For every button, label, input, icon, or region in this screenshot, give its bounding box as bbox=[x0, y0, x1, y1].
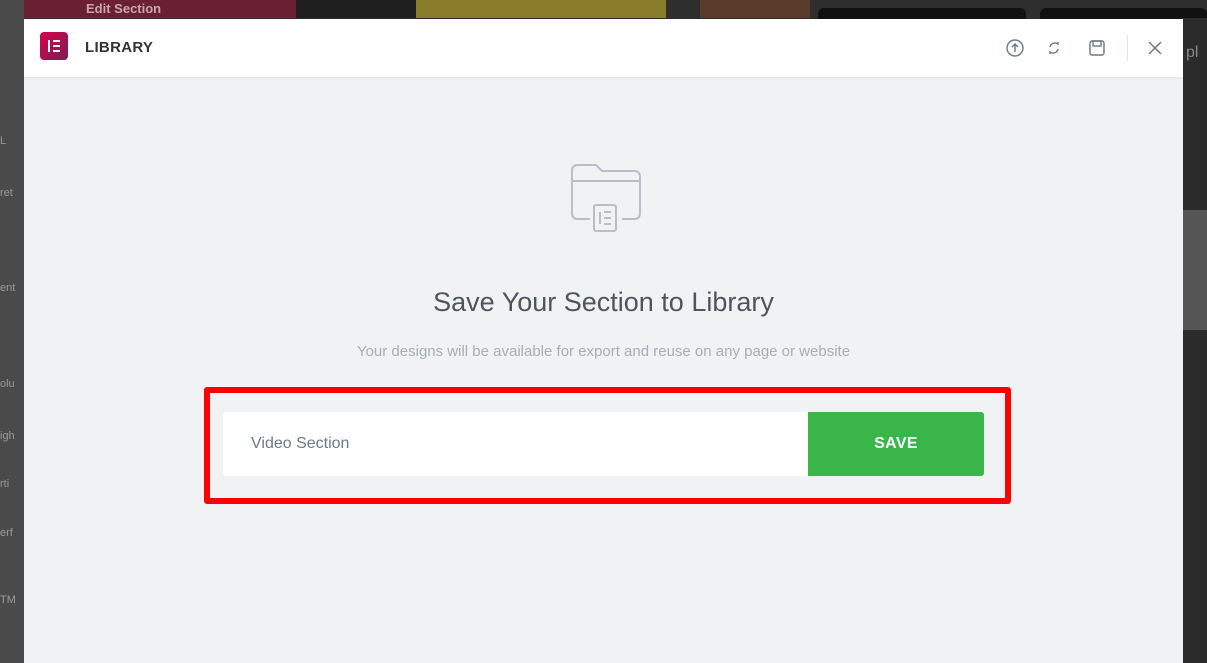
template-name-field[interactable] bbox=[223, 412, 808, 476]
left-panel-fragment: igh bbox=[0, 430, 15, 442]
header-divider bbox=[1127, 35, 1128, 61]
save-icon[interactable] bbox=[1087, 38, 1107, 58]
left-panel-fragment: rti bbox=[0, 478, 10, 490]
close-icon[interactable] bbox=[1145, 38, 1165, 58]
sync-icon[interactable] bbox=[1044, 38, 1064, 58]
background-strip bbox=[416, 0, 666, 18]
save-button[interactable]: SAVE bbox=[808, 412, 984, 476]
background-strip bbox=[296, 0, 416, 18]
left-panel-fragment: olu bbox=[0, 378, 15, 390]
editor-left-panel bbox=[0, 0, 24, 663]
template-name-input[interactable] bbox=[223, 412, 808, 476]
left-panel-fragment: erf bbox=[0, 527, 13, 539]
library-modal: LIBRARY Save Your Section to Library You… bbox=[24, 19, 1183, 663]
empty-state-heading: Save Your Section to Library bbox=[433, 287, 774, 317]
left-panel-fragment: ent bbox=[0, 282, 16, 294]
right-edge-text: pl bbox=[1186, 44, 1199, 61]
left-panel-fragment: TM bbox=[0, 594, 16, 606]
folder-template-icon bbox=[564, 157, 644, 237]
background-strip bbox=[700, 0, 810, 18]
left-panel-fragment: ret bbox=[0, 187, 13, 199]
modal-header: LIBRARY bbox=[24, 19, 1183, 77]
modal-title: LIBRARY bbox=[85, 39, 154, 56]
elementor-logo-icon bbox=[40, 32, 68, 60]
editor-right-area bbox=[1183, 18, 1207, 663]
upload-icon[interactable] bbox=[1005, 38, 1025, 58]
background-strip bbox=[1183, 210, 1207, 330]
edit-section-tab: Edit Section bbox=[0, 0, 296, 18]
empty-state-description: Your designs will be available for expor… bbox=[356, 343, 851, 360]
left-panel-fragment: L bbox=[0, 135, 7, 147]
